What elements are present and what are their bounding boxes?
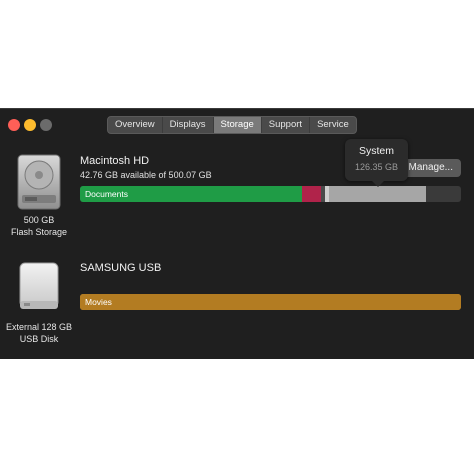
tab-support[interactable]: Support bbox=[262, 117, 311, 133]
tab-displays[interactable]: Displays bbox=[163, 117, 214, 133]
movies-segment[interactable]: Movies bbox=[80, 294, 461, 310]
usb-storage-bar: Movies bbox=[80, 294, 461, 310]
hard-drive-icon bbox=[16, 153, 62, 216]
usb-drive-name: SAMSUNG USB bbox=[80, 262, 162, 274]
documents-segment[interactable]: Documents bbox=[80, 186, 302, 202]
system-segment[interactable] bbox=[329, 186, 426, 202]
internal-drive-type: Flash Storage bbox=[10, 227, 68, 237]
internal-drive-capacity: 500 GB bbox=[23, 215, 55, 225]
tab-service[interactable]: Service bbox=[310, 117, 356, 133]
tab-bar: Overview Displays Storage Support Servic… bbox=[107, 116, 357, 134]
available-space: 42.76 GB available of 500.07 GB bbox=[80, 170, 212, 180]
title-bar: Overview Displays Storage Support Servic… bbox=[0, 109, 474, 139]
external-drive-type: USB Disk bbox=[19, 334, 59, 344]
internal-drive-caption: 500 GB Flash Storage bbox=[0, 214, 78, 238]
about-this-mac-window: Overview Displays Storage Support Servic… bbox=[0, 108, 474, 359]
system-tooltip: System 126.35 GB bbox=[345, 139, 408, 181]
external-drive-capacity: External 128 GB bbox=[5, 322, 73, 332]
tooltip-title: System bbox=[358, 145, 394, 157]
other-segment[interactable] bbox=[302, 186, 321, 202]
tab-storage[interactable]: Storage bbox=[213, 117, 262, 133]
zoom-button[interactable] bbox=[40, 119, 52, 131]
minimize-button[interactable] bbox=[24, 119, 36, 131]
usb-drive-icon bbox=[16, 261, 62, 318]
external-drive-caption: External 128 GB USB Disk bbox=[0, 321, 78, 345]
tooltip-arrow bbox=[372, 181, 384, 187]
tooltip-size: 126.35 GB bbox=[354, 162, 399, 172]
drive-name: Macintosh HD bbox=[80, 155, 150, 167]
storage-bar: Documents bbox=[80, 186, 461, 202]
documents-label: Documents bbox=[85, 189, 128, 199]
tab-overview[interactable]: Overview bbox=[108, 117, 163, 133]
movies-label: Movies bbox=[85, 297, 112, 307]
close-button[interactable] bbox=[8, 119, 20, 131]
